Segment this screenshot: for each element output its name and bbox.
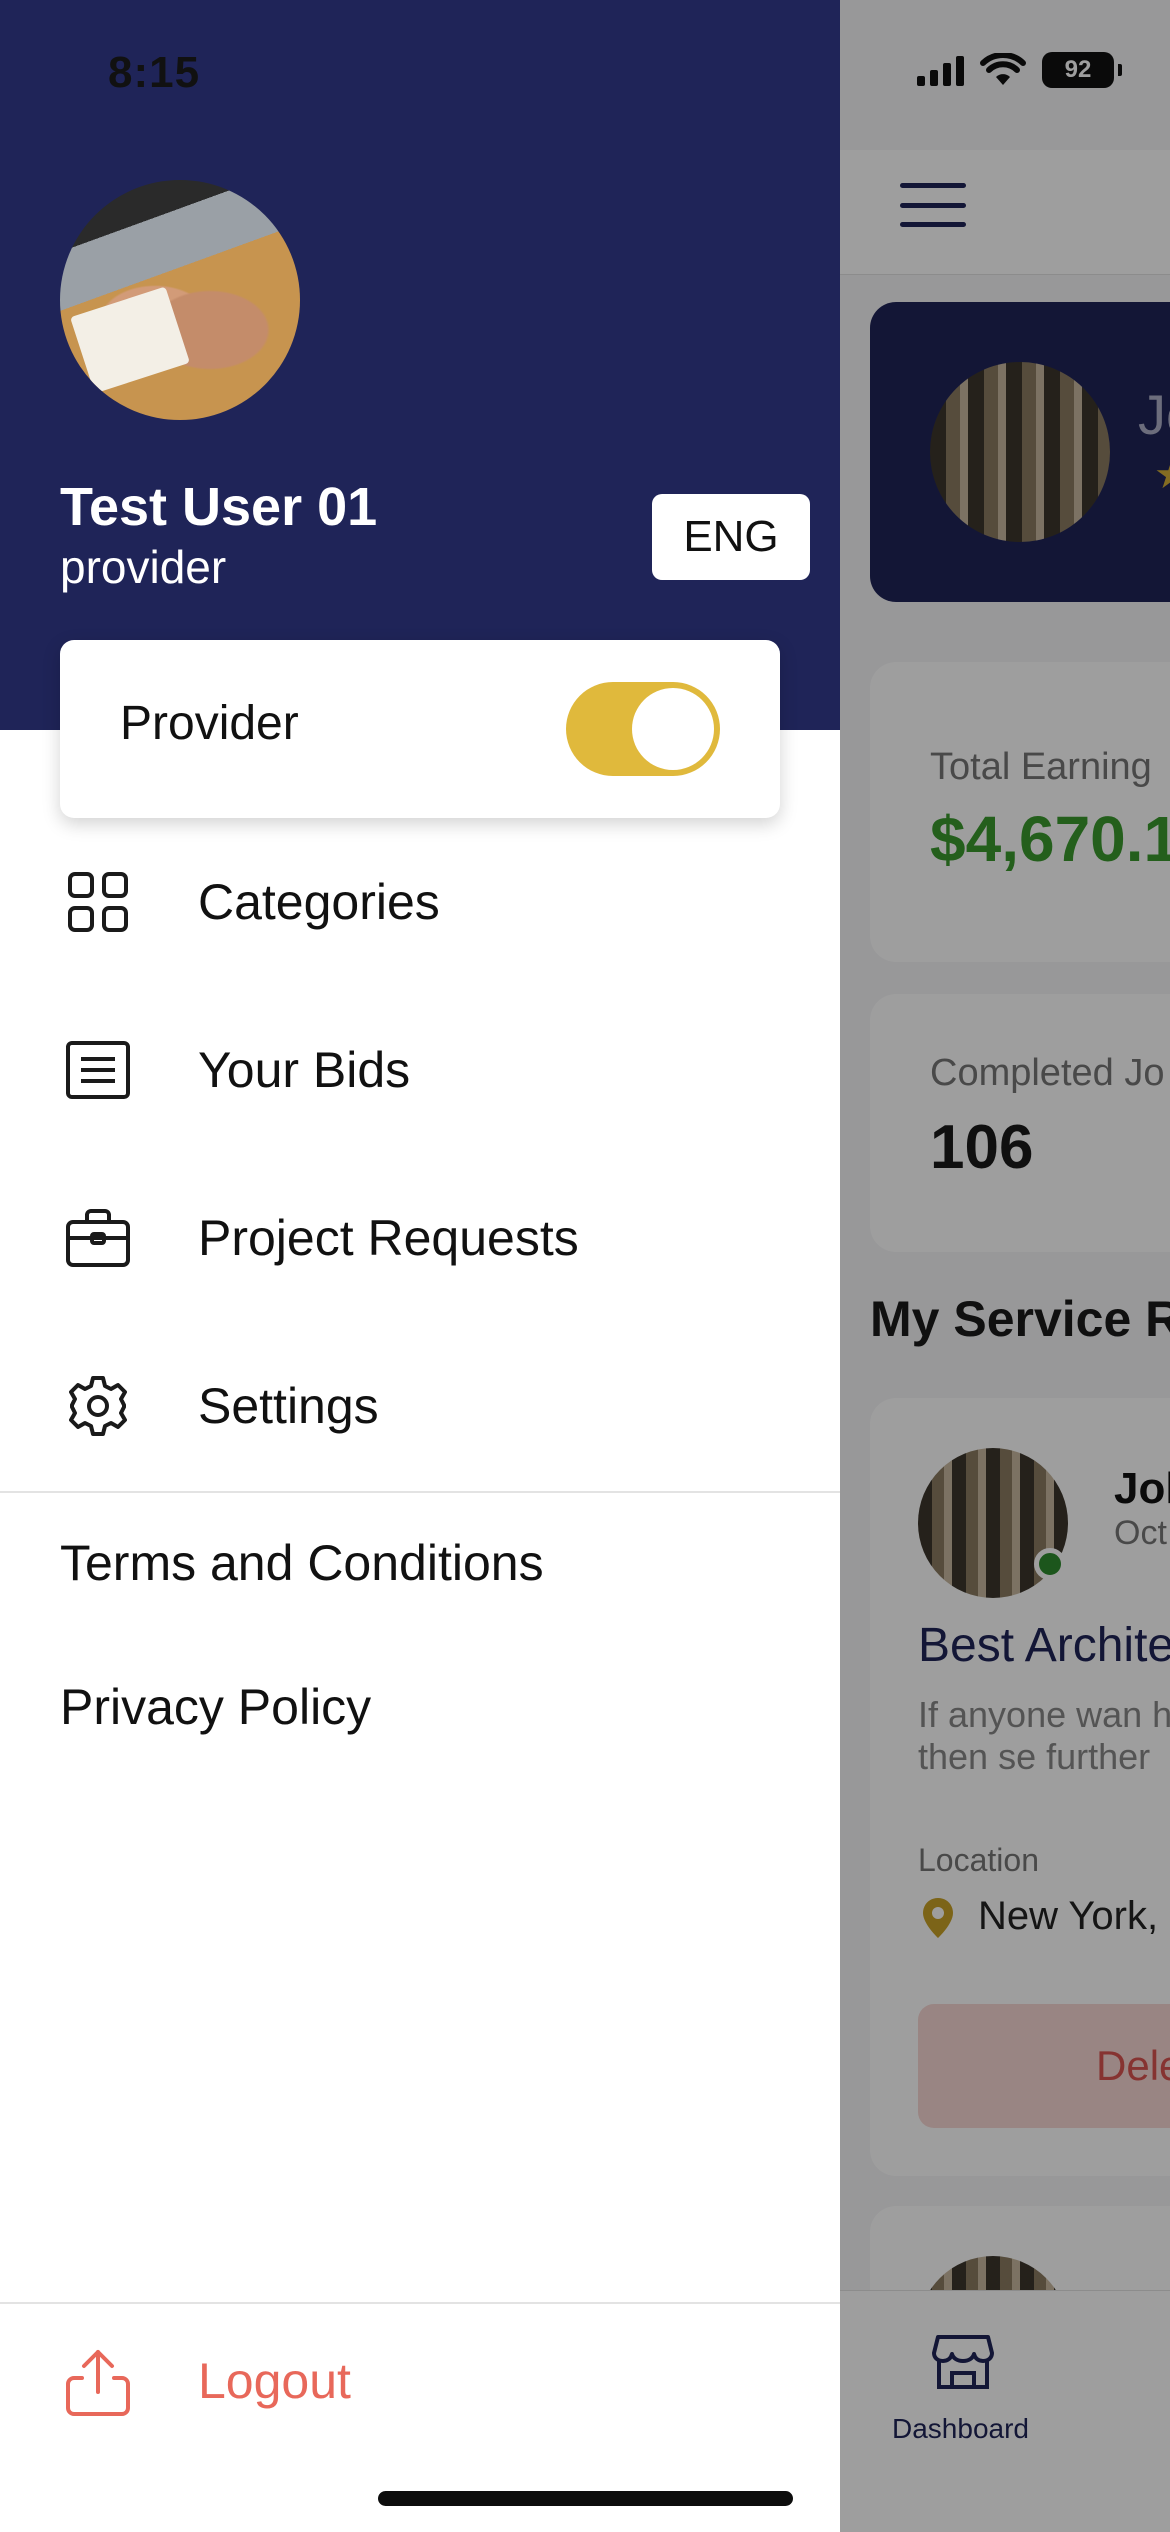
- status-time: 8:15: [108, 48, 201, 97]
- logout-button[interactable]: Logout: [0, 2320, 840, 2450]
- menu-item-settings[interactable]: Settings: [0, 1346, 840, 1466]
- drawer-header: 8:15 Test User 01 provider ENG: [0, 0, 840, 730]
- language-button[interactable]: ENG: [652, 494, 810, 580]
- user-role: provider: [60, 541, 227, 593]
- user-avatar[interactable]: [60, 180, 300, 420]
- provider-mode-label: Provider: [120, 697, 299, 750]
- logout-divider: [0, 2302, 840, 2304]
- grid-icon: [60, 864, 136, 940]
- terms-link[interactable]: Terms and Conditions: [60, 1534, 544, 1592]
- briefcase-icon: [60, 1200, 136, 1276]
- menu-item-label: Your Bids: [198, 1042, 411, 1098]
- list-icon: [60, 1032, 136, 1108]
- menu-item-project-requests[interactable]: Project Requests: [0, 1178, 840, 1298]
- home-indicator: [378, 2491, 793, 2506]
- privacy-policy-link[interactable]: Privacy Policy: [60, 1678, 371, 1736]
- user-name: Test User 01: [60, 477, 378, 537]
- menu-item-your-bids[interactable]: Your Bids: [0, 1010, 840, 1130]
- menu-item-categories[interactable]: Categories: [0, 842, 840, 962]
- logout-icon: [66, 2350, 130, 2416]
- menu-divider: [0, 1491, 840, 1493]
- provider-mode-toggle[interactable]: [566, 682, 720, 776]
- provider-mode-card: Provider: [60, 640, 780, 818]
- gear-icon: [60, 1368, 136, 1444]
- menu-item-label: Project Requests: [198, 1210, 579, 1266]
- logout-label: Logout: [198, 2353, 351, 2409]
- menu-item-label: Categories: [198, 874, 440, 930]
- menu-item-label: Settings: [198, 1378, 379, 1434]
- side-drawer: 8:15 Test User 01 provider ENG Provider …: [0, 0, 840, 2532]
